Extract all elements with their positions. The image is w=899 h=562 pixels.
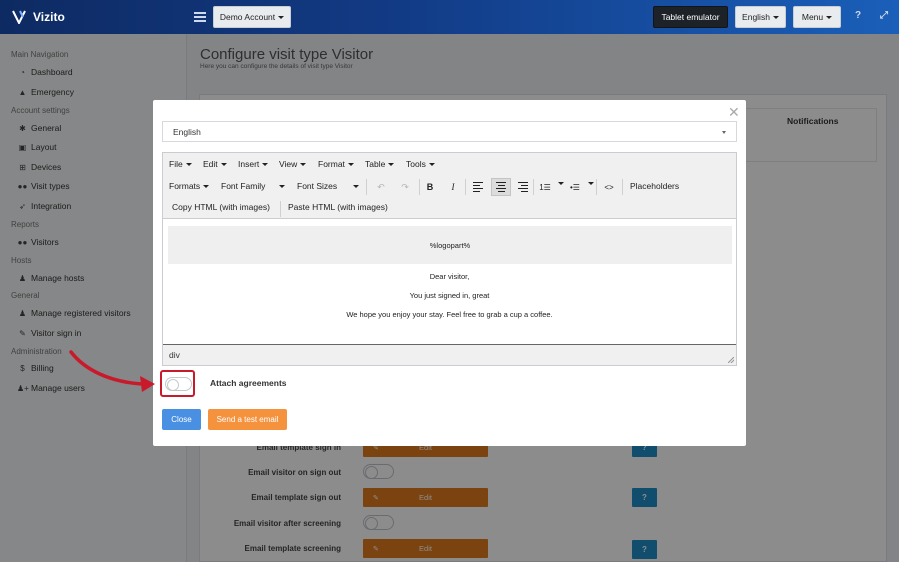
- attach-agreements-label: Attach agreements: [210, 378, 287, 388]
- toggle-switch[interactable]: [165, 377, 192, 391]
- send-test-email-button[interactable]: Send a test email: [208, 409, 287, 430]
- annotation-arrow: [69, 350, 155, 392]
- close-button[interactable]: Close: [162, 409, 201, 430]
- attach-agreements-toggle[interactable]: [160, 370, 195, 397]
